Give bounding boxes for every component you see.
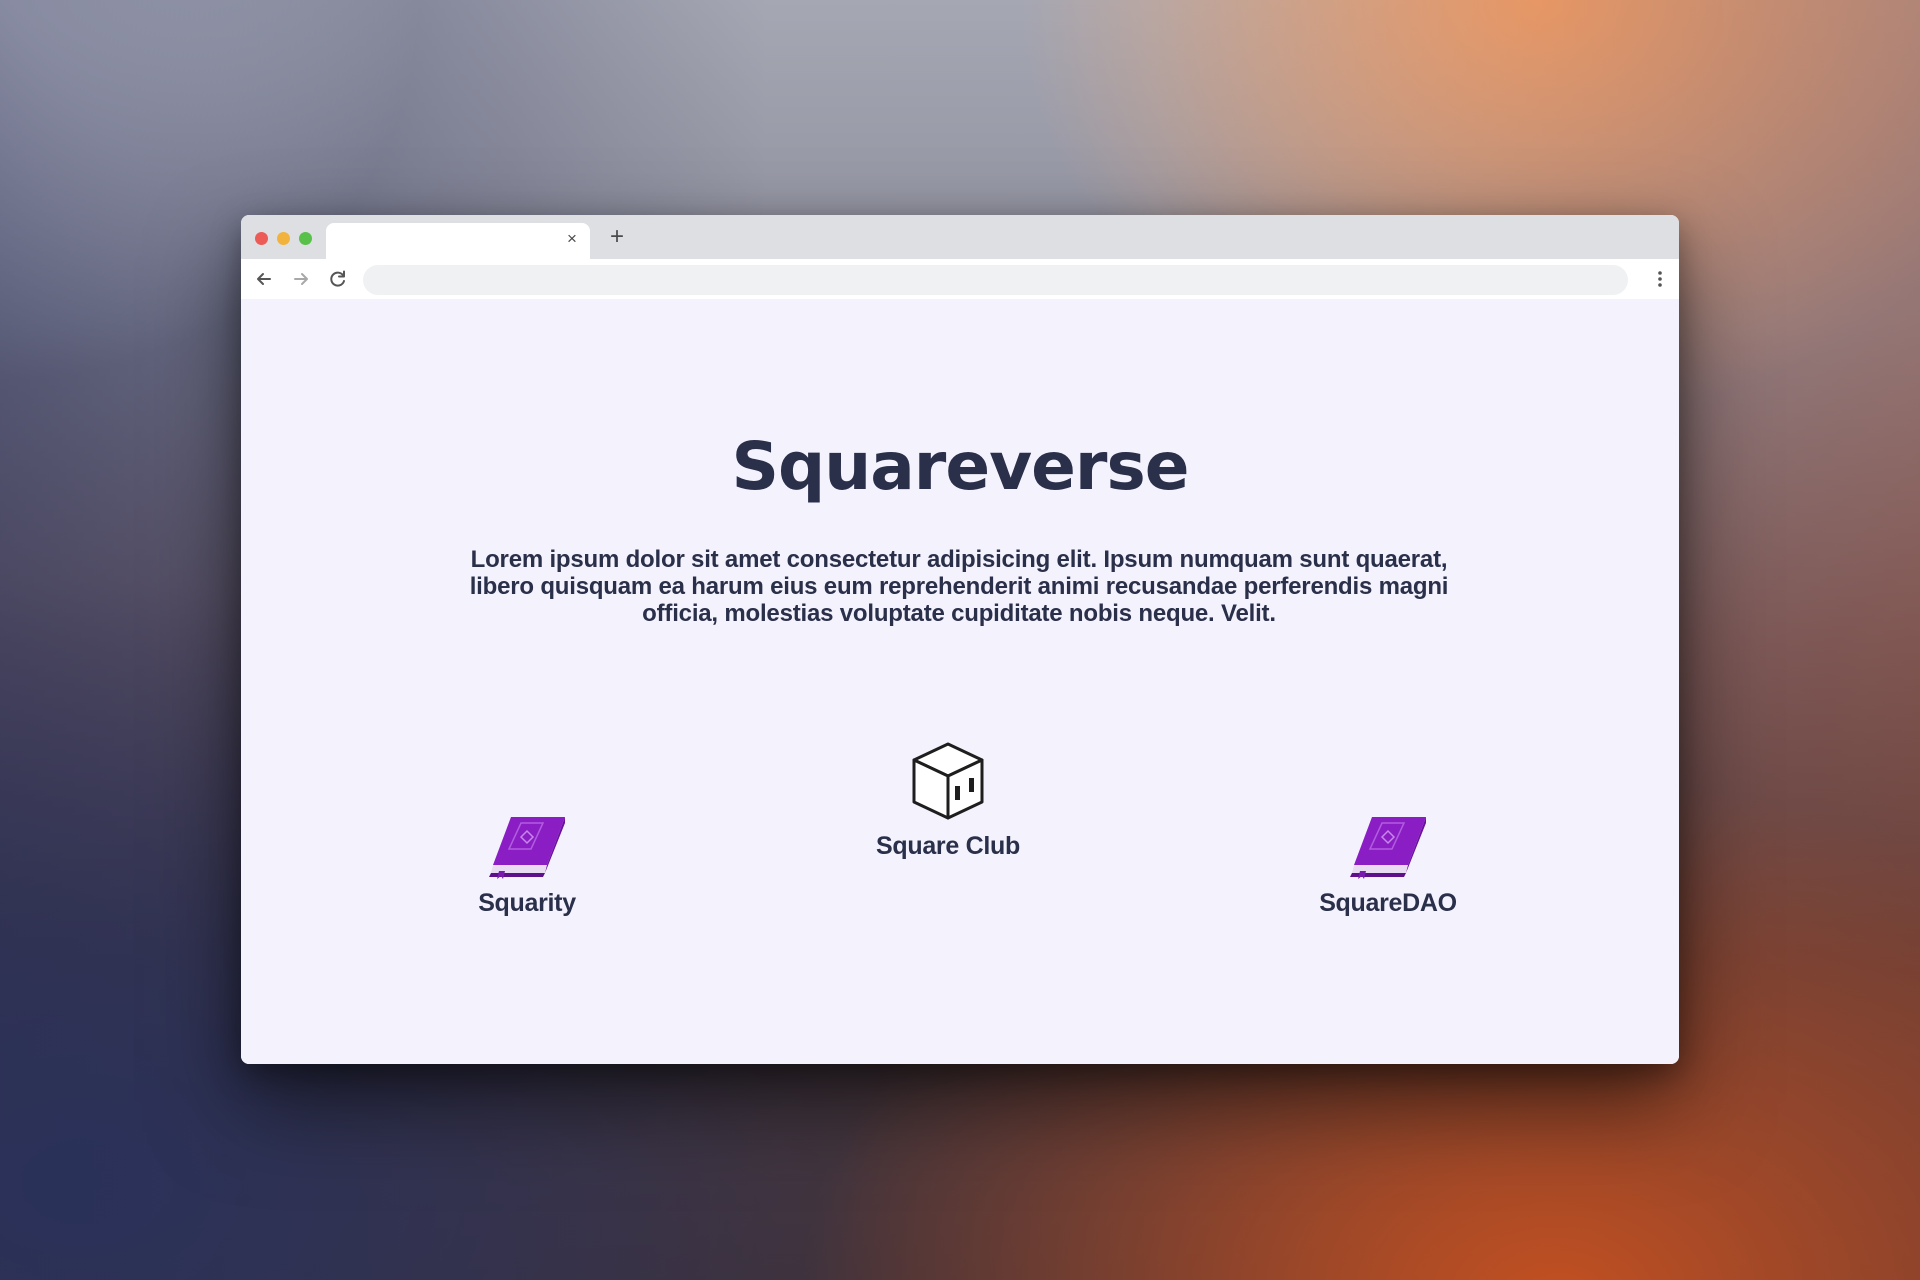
purple-book-icon: [489, 817, 565, 879]
arrow-left-icon: [257, 273, 271, 285]
minimize-window-button[interactable]: [277, 232, 290, 245]
page-content: Squareverse Lorem ipsum dolor sit amet c…: [241, 299, 1679, 1064]
project-label-squarity: Squarity: [478, 889, 576, 917]
page-title: Squareverse: [731, 428, 1190, 505]
tab-strip: × +: [241, 215, 1679, 259]
browser-window: × + Squareverse Lorem ipsum dolor sit am…: [241, 215, 1679, 1064]
reload-button[interactable]: [325, 266, 351, 292]
forward-button[interactable]: [288, 266, 314, 292]
browser-menu-button[interactable]: [1655, 268, 1665, 290]
project-card-squarity[interactable]: Squarity: [417, 813, 637, 918]
purple-book-icon: [1350, 817, 1426, 879]
project-card-square-club[interactable]: Square Club: [838, 740, 1058, 861]
project-card-squaredao[interactable]: SquareDAO: [1278, 813, 1498, 918]
project-label-squaredao: SquareDAO: [1319, 889, 1457, 917]
cube-box-icon: [912, 742, 984, 820]
reload-icon: [330, 270, 345, 287]
browser-toolbar: [241, 259, 1679, 299]
browser-tab[interactable]: ×: [326, 223, 590, 259]
back-button[interactable]: [251, 266, 277, 292]
new-tab-button[interactable]: +: [605, 225, 629, 249]
close-window-button[interactable]: [255, 232, 268, 245]
tab-close-icon[interactable]: ×: [564, 230, 580, 247]
arrow-right-icon: [294, 273, 308, 285]
kebab-menu-icon: [1658, 271, 1662, 287]
page-description: Lorem ipsum dolor sit amet consectetur a…: [469, 546, 1449, 627]
address-bar[interactable]: [363, 265, 1628, 295]
maximize-window-button[interactable]: [299, 232, 312, 245]
project-label-square-club: Square Club: [876, 832, 1020, 860]
